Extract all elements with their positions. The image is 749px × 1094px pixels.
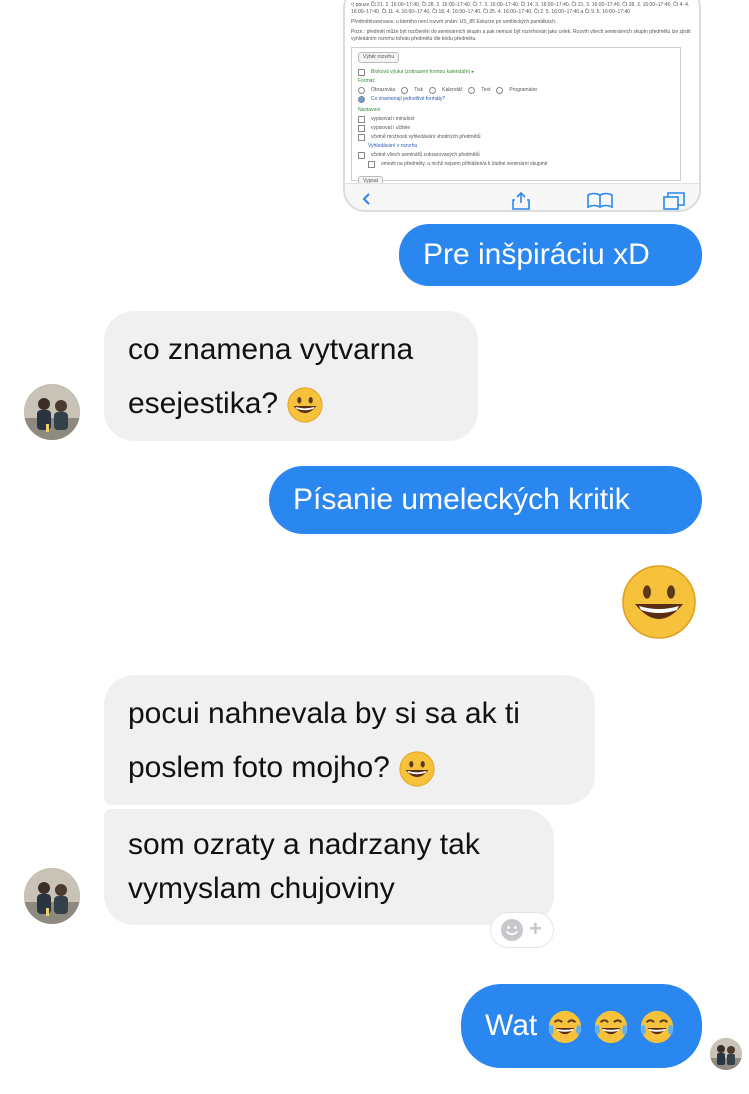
format-option: Tisk <box>414 87 424 93</box>
message-text-line: co znamena vytvarna <box>128 333 414 366</box>
incoming-message[interactable]: co znamena vytvarna esejestika? <box>104 311 478 441</box>
share-icon[interactable] <box>511 192 531 210</box>
radio-icon[interactable] <box>429 87 437 94</box>
message-text: Wat <box>485 1009 538 1042</box>
option-label: včetně všech seminářů zobrazovaných před… <box>371 152 480 158</box>
checkbox-icon[interactable] <box>368 161 375 168</box>
add-reaction-button[interactable]: + <box>491 913 553 947</box>
formats-help-link[interactable]: Co znamenají jednotlivé formáty? <box>371 96 445 103</box>
bookmarks-icon[interactable] <box>587 192 613 208</box>
tears-of-joy-emoji-icon <box>548 1010 581 1044</box>
message-text: Písanie umeleckých kritik <box>293 483 630 516</box>
checkbox-icon[interactable] <box>358 116 365 123</box>
block-view-label: Bloková výuka (zobrazení formou kalendář… <box>371 69 475 75</box>
avatar-photo-icon <box>710 1038 742 1070</box>
checkbox-icon[interactable] <box>358 152 365 159</box>
schedule-dates: ¹) pouze Čt 21. 2. 16:00–17:40, Čt 28. 2… <box>351 2 690 15</box>
format-option: Text <box>481 87 491 93</box>
option-label: vypisovat i minulost <box>371 116 415 122</box>
format-radio-group: Obrazovka Tisk Kalendář Text Programátor <box>358 87 674 94</box>
plus-icon: + <box>529 916 542 941</box>
settings-label: Nastavení <box>358 107 381 113</box>
radio-icon[interactable] <box>358 87 365 94</box>
large-grinning-face-emoji-icon[interactable] <box>619 562 699 642</box>
shared-image-content: ¹) pouze Čt 21. 2. 16:00–17:40, Čt 28. 2… <box>345 0 699 187</box>
outgoing-message[interactable]: Wat <box>461 984 702 1068</box>
tabs-icon[interactable] <box>663 192 685 210</box>
grinning-face-emoji-icon <box>287 387 324 423</box>
unknown-schedule-note: Předmět/rezervace, u kterého není rozvrh… <box>351 19 557 25</box>
message-text-line: esejestika? <box>128 387 279 420</box>
format-label: Formát: <box>358 78 376 84</box>
grinning-face-emoji-icon <box>399 751 435 787</box>
browser-toolbar <box>345 183 699 210</box>
radio-icon[interactable] <box>468 87 476 94</box>
back-icon[interactable] <box>361 192 373 206</box>
block-view-checkbox[interactable] <box>358 69 365 76</box>
format-option: Programátor <box>509 87 538 93</box>
read-receipt-avatar <box>710 1038 742 1070</box>
schedule-filter-box: Výběr rozvrhu Bloková výuka (zobrazení f… <box>351 47 681 187</box>
message-text-line: pocui nahnevala by si sa ak ti <box>128 697 520 730</box>
tears-of-joy-emoji-icon <box>640 1010 674 1044</box>
avatar[interactable] <box>24 868 80 924</box>
option-label: vypisovat i učitele <box>371 125 411 131</box>
outgoing-message[interactable]: Písanie umeleckých kritik <box>269 466 702 534</box>
option-label: omezit na předměty, u nichž nejsem přihl… <box>381 161 548 167</box>
outgoing-message[interactable]: Pre inšpiráciu xD <box>399 224 702 286</box>
help-icon <box>358 96 365 103</box>
message-text-line: vymyslam chujoviny <box>128 872 395 905</box>
avatar[interactable] <box>24 384 80 440</box>
avatar-photo-icon <box>24 868 80 924</box>
radio-icon[interactable] <box>401 87 409 94</box>
search-schedule-link[interactable]: Vyhledávání v rozvrhu <box>368 143 417 150</box>
message-text-line: poslem foto mojho? <box>128 751 390 784</box>
option-label: včetně možnosti vyhledávání vhodných pře… <box>371 134 481 140</box>
format-option: Kalendář <box>442 87 463 93</box>
radio-icon[interactable] <box>496 87 504 94</box>
tears-of-joy-emoji-icon <box>594 1010 628 1044</box>
incoming-message[interactable]: som ozraty a nadrzany tak vymyslam chujo… <box>104 809 554 925</box>
message-text-line: som ozraty a nadrzany tak <box>128 828 480 861</box>
shared-image-message[interactable]: ¹) pouze Čt 21. 2. 16:00–17:40, Čt 28. 2… <box>343 0 701 212</box>
avatar-photo-icon <box>24 384 80 440</box>
checkbox-icon[interactable] <box>358 134 365 141</box>
select-schedule-button[interactable]: Výběr rozvrhu <box>358 52 400 63</box>
smiley-outline-icon <box>501 919 523 941</box>
format-option: Obrazovka <box>371 87 396 93</box>
seminar-note: Pozn.: předmět může být rozčleněn do sem… <box>351 29 691 42</box>
incoming-message[interactable]: pocui nahnevala by si sa ak ti poslem fo… <box>104 675 595 805</box>
message-text: Pre inšpiráciu xD <box>423 238 650 271</box>
checkbox-icon[interactable] <box>358 125 365 132</box>
